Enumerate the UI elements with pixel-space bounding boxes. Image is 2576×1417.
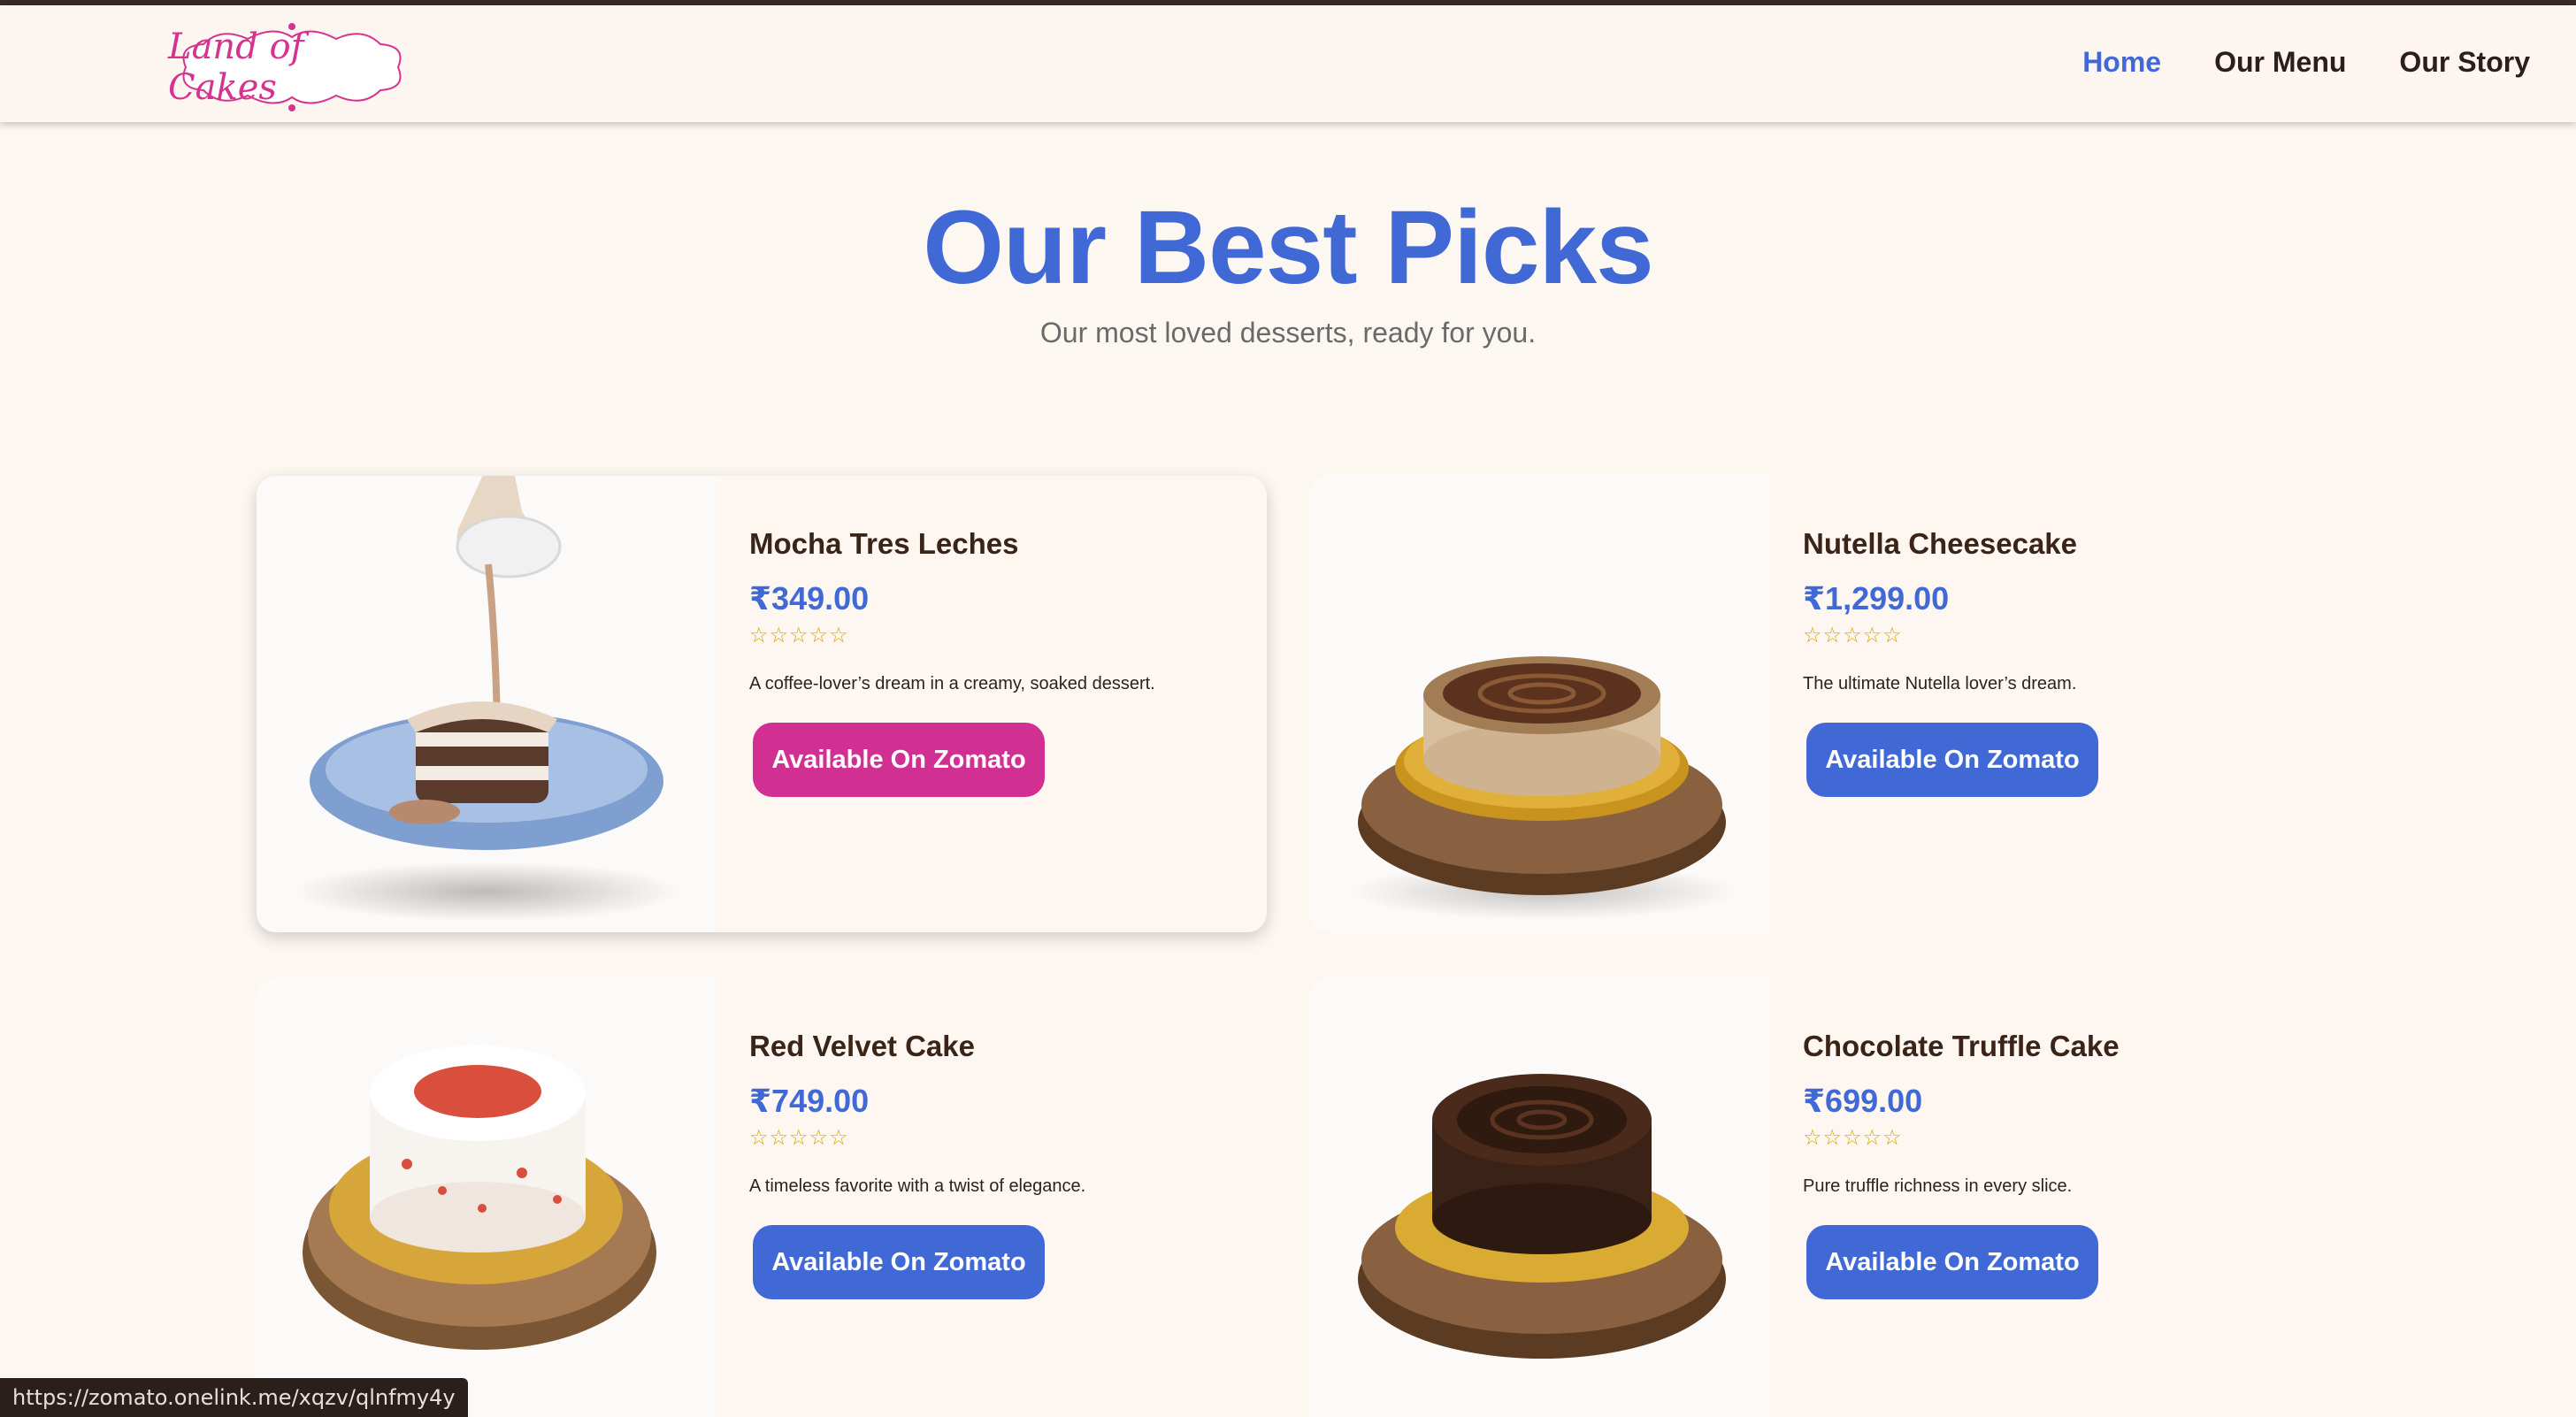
rating-stars-icon: ☆☆☆☆☆: [1803, 623, 1903, 647]
nav-our-story[interactable]: Our Story: [2399, 46, 2530, 79]
site-header: Land of Cakes Home Our Menu Our Story: [0, 5, 2576, 122]
product-name: Red Velvet Cake: [749, 1030, 975, 1062]
product-price: ₹1,299.00: [1803, 580, 1950, 617]
product-description: A coffee-lover’s dream in a creamy, soak…: [749, 674, 1155, 693]
rating-stars-icon: ☆☆☆☆☆: [1803, 1125, 1903, 1150]
logo-text: Land of Cakes: [168, 27, 304, 108]
nav-our-menu[interactable]: Our Menu: [2214, 46, 2346, 79]
product-image-nutella-cheesecake: [1310, 476, 1770, 932]
product-card-chocolate-truffle-cake: Chocolate Truffle Cake ₹699.00 ☆☆☆☆☆ Pur…: [1310, 978, 2320, 1417]
main-nav: Home Our Menu Our Story: [2082, 46, 2530, 79]
product-description: Pure truffle richness in every slice.: [1803, 1176, 2073, 1196]
product-description: The ultimate Nutella lover’s dream.: [1803, 674, 2077, 693]
product-name: Mocha Tres Leches: [749, 527, 1019, 560]
rating-stars-icon: ☆☆☆☆☆: [749, 623, 849, 647]
product-name: Chocolate Truffle Cake: [1803, 1030, 2120, 1062]
page-title: Our Best Picks: [923, 189, 1653, 306]
product-image-chocolate-truffle-cake: [1310, 978, 1770, 1417]
brand-logo[interactable]: Land of Cakes: [168, 19, 416, 115]
zomato-button-nutella-cheesecake[interactable]: Available On Zomato: [1806, 723, 2098, 797]
zomato-button-red-velvet-cake[interactable]: Available On Zomato: [753, 1225, 1045, 1299]
product-image-red-velvet-cake: [257, 978, 717, 1417]
product-description: A timeless favorite with a twist of eleg…: [749, 1176, 1086, 1196]
nav-home[interactable]: Home: [2082, 46, 2161, 79]
zomato-button-chocolate-truffle-cake[interactable]: Available On Zomato: [1806, 1225, 2098, 1299]
product-card-mocha-tres-leches: Mocha Tres Leches ₹349.00 ☆☆☆☆☆ A coffee…: [257, 476, 1267, 932]
link-status-bar: https://zomato.onelink.me/xqzv/qlnfmy4y: [0, 1378, 468, 1417]
product-card-red-velvet-cake: Red Velvet Cake ₹749.00 ☆☆☆☆☆ A timeless…: [257, 978, 1267, 1417]
product-price: ₹749.00: [749, 1083, 870, 1119]
zomato-button-mocha-tres-leches[interactable]: Available On Zomato: [753, 723, 1045, 797]
page-subtitle: Our most loved desserts, ready for you.: [1039, 317, 1537, 349]
product-card-nutella-cheesecake: Nutella Cheesecake ₹1,299.00 ☆☆☆☆☆ The u…: [1310, 476, 2320, 932]
rating-stars-icon: ☆☆☆☆☆: [749, 1125, 849, 1150]
product-name: Nutella Cheesecake: [1803, 527, 2078, 560]
product-price: ₹699.00: [1803, 1083, 1923, 1119]
product-price: ₹349.00: [749, 580, 870, 617]
product-image-mocha-tres-leches: [257, 476, 717, 932]
